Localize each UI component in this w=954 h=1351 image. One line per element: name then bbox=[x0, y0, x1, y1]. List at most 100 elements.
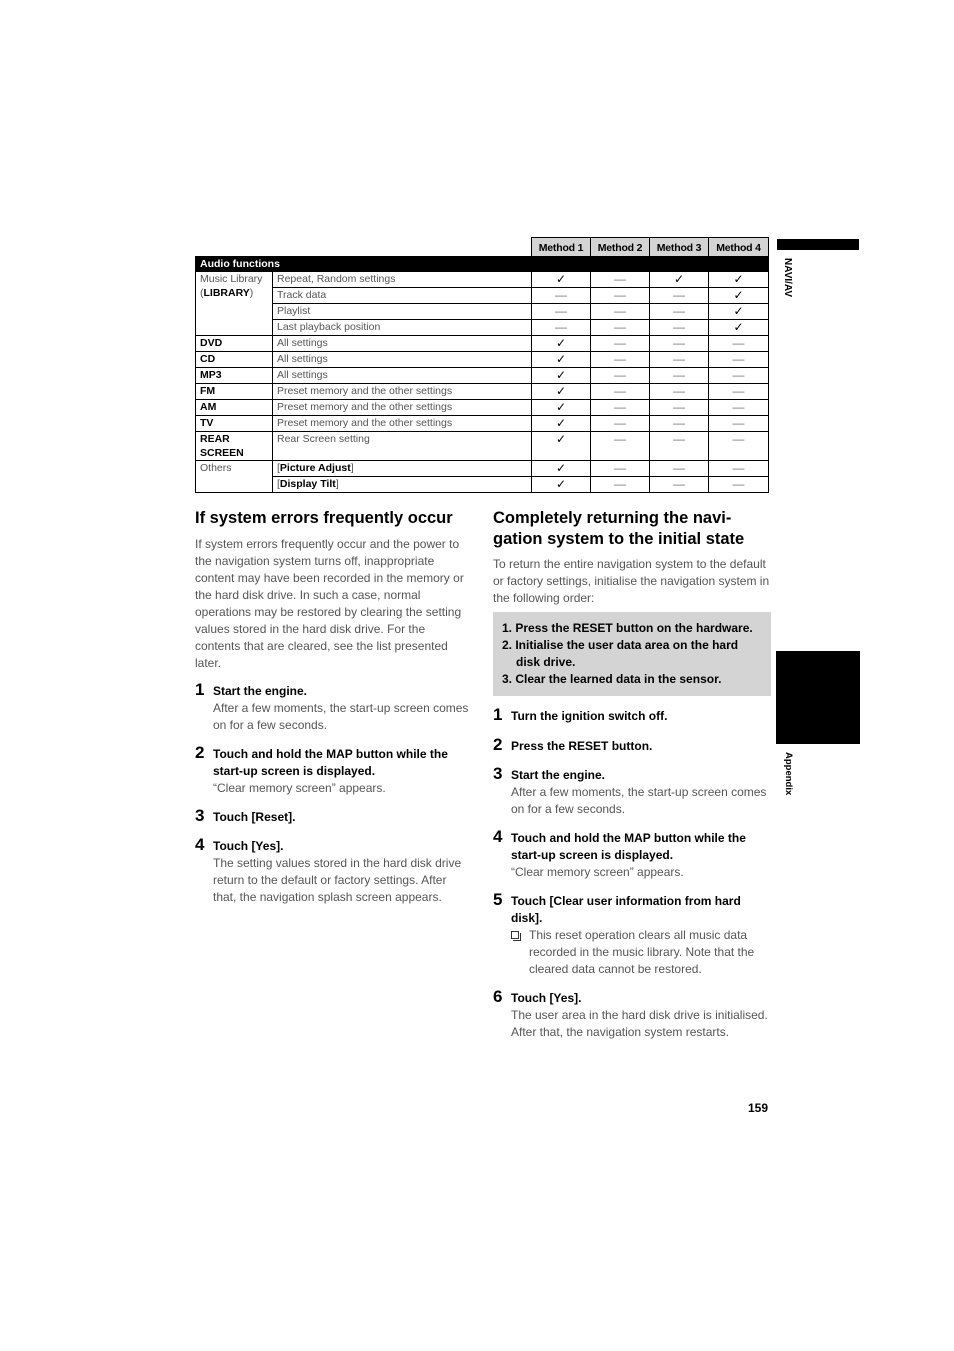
description-cell: Preset memory and the other settings bbox=[272, 415, 532, 432]
heading-line: gation system to the initial state bbox=[493, 530, 745, 548]
mark-cell: — bbox=[590, 460, 650, 477]
step-body: The setting values stored in the hard di… bbox=[213, 856, 462, 904]
mark-cell: ✓ bbox=[708, 271, 769, 288]
table-row: MP3 All settings ✓ — — — bbox=[195, 367, 769, 384]
mark-cell: — bbox=[649, 367, 709, 384]
mark-cell: ✓ bbox=[531, 351, 591, 368]
category-cell: MP3 bbox=[195, 367, 273, 384]
mark-cell: — bbox=[590, 287, 650, 304]
method-2-header: Method 2 bbox=[590, 237, 650, 257]
step: 2 Touch and hold the MAP button while th… bbox=[195, 743, 473, 797]
category-cell: CD bbox=[195, 351, 273, 368]
step-body: The user area in the hard disk drive is … bbox=[511, 1008, 768, 1039]
mark-cell: ✓ bbox=[531, 271, 591, 288]
mark-cell: — bbox=[590, 415, 650, 432]
table-row: CD All settings ✓ — — — bbox=[195, 351, 769, 368]
step-number: 4 bbox=[493, 827, 503, 846]
mark-cell: — bbox=[590, 351, 650, 368]
table-row: Playlist — — — ✓ bbox=[196, 303, 769, 320]
mark-cell: ✓ bbox=[708, 319, 769, 336]
mark-cell: — bbox=[708, 431, 769, 461]
section-heading: If system errors frequently occur bbox=[195, 509, 453, 527]
table-row: AM Preset memory and the other settings … bbox=[195, 399, 769, 416]
step: 6 Touch [Yes]. The user area in the hard… bbox=[493, 987, 771, 1041]
category-cell: AM bbox=[195, 399, 273, 416]
page-number: 159 bbox=[748, 1101, 769, 1115]
mark-cell: — bbox=[590, 319, 650, 336]
mark-cell: — bbox=[531, 303, 591, 320]
mark-cell: ✓ bbox=[708, 303, 769, 320]
mark-cell: — bbox=[590, 431, 650, 461]
mark-cell: — bbox=[649, 431, 709, 461]
step-body: After a few moments, the start-up screen… bbox=[213, 701, 469, 732]
step-number: 3 bbox=[493, 764, 503, 783]
method-1-header: Method 1 bbox=[531, 237, 591, 257]
mark-cell: ✓ bbox=[531, 383, 591, 400]
method-4-header: Method 4 bbox=[708, 237, 769, 257]
mark-cell: ✓ bbox=[531, 431, 591, 461]
category-cell: TV bbox=[195, 415, 273, 432]
heading-line: Completely returning the navi- bbox=[493, 509, 732, 527]
mark-cell: — bbox=[649, 335, 709, 352]
side-tab-appendix: Appendix bbox=[783, 752, 794, 796]
mark-cell: — bbox=[649, 460, 709, 477]
mark-cell: — bbox=[590, 271, 650, 288]
mark-cell: — bbox=[590, 367, 650, 384]
note-text: This reset operation clears all music da… bbox=[529, 928, 755, 976]
step: 3 Start the engine. After a few moments,… bbox=[493, 764, 771, 818]
table-row: REAR SCREEN Rear Screen setting ✓ — — — bbox=[195, 431, 769, 461]
mark-cell: — bbox=[708, 383, 769, 400]
order-item: 1. Press the RESET button on the hardwar… bbox=[502, 621, 753, 635]
right-column: Completely returning the navi- gation sy… bbox=[493, 508, 771, 1041]
mark-cell: — bbox=[649, 399, 709, 416]
description-cell: Last playback position bbox=[272, 319, 532, 336]
step-title: Touch [Yes]. bbox=[213, 839, 284, 853]
section-label: Audio functions bbox=[195, 256, 769, 272]
mark-cell: — bbox=[649, 319, 709, 336]
mark-cell: — bbox=[708, 460, 769, 477]
table-row: FM Preset memory and the other settings … bbox=[195, 383, 769, 400]
mark-cell: — bbox=[649, 351, 709, 368]
step: 4 Touch and hold the MAP button while th… bbox=[493, 827, 771, 881]
mark-cell: ✓ bbox=[531, 367, 591, 384]
mark-cell: — bbox=[708, 335, 769, 352]
order-box: 1. Press the RESET button on the hardwar… bbox=[493, 612, 771, 696]
setting-name: Picture Adjust bbox=[279, 462, 351, 474]
method-3-header: Method 3 bbox=[649, 237, 709, 257]
step-title: Turn the ignition switch off. bbox=[511, 709, 668, 723]
table-row: Music Library (LIBRARY) Repeat, Random se… bbox=[195, 271, 769, 336]
step: 3 Touch [Reset]. bbox=[195, 806, 473, 826]
mark-cell: — bbox=[531, 319, 591, 336]
side-tab-navi-av: NAVI/AV bbox=[782, 258, 793, 298]
description-cell: Preset memory and the other settings bbox=[272, 399, 532, 416]
intro-paragraph: To return the entire navigation system t… bbox=[493, 557, 770, 605]
category-cell: Others bbox=[195, 460, 273, 493]
category-cell: FM bbox=[195, 383, 273, 400]
step: 2 Press the RESET button. bbox=[493, 735, 771, 755]
mark-cell: ✓ bbox=[531, 335, 591, 352]
description-cell: Playlist bbox=[272, 303, 532, 320]
order-item: 3. Clear the learned data in the sensor. bbox=[502, 672, 722, 686]
step-number: 2 bbox=[195, 743, 205, 762]
step-title: Press the RESET button. bbox=[511, 739, 653, 753]
description-cell: All settings bbox=[272, 351, 532, 368]
setting-name: Display Tilt bbox=[279, 478, 336, 490]
description-cell: Preset memory and the other settings bbox=[272, 383, 532, 400]
category-label: Music Library bbox=[200, 273, 263, 285]
mark-cell: — bbox=[590, 303, 650, 320]
step-number: 3 bbox=[195, 806, 205, 825]
mark-cell: — bbox=[531, 287, 591, 304]
step-title: Start the engine. bbox=[213, 684, 308, 698]
reset-methods-table: Method 1 Method 2 Method 3 Method 4 Audi… bbox=[195, 237, 769, 493]
step-number: 2 bbox=[493, 735, 503, 754]
step: 1 Start the engine. After a few moments,… bbox=[195, 680, 473, 734]
step-body: After a few moments, the start-up screen… bbox=[511, 785, 767, 816]
step-body: “Clear memory screen” appears. bbox=[213, 781, 386, 795]
side-tab-block bbox=[776, 651, 860, 744]
table-row: TV Preset memory and the other settings … bbox=[195, 415, 769, 432]
mark-cell: — bbox=[590, 399, 650, 416]
step-title: Start the engine. bbox=[511, 768, 606, 782]
step: 5 Touch [Clear user information from har… bbox=[493, 890, 771, 978]
description-cell: All settings bbox=[272, 335, 532, 352]
order-item: 2. Initialise the user data area on the … bbox=[502, 638, 739, 669]
